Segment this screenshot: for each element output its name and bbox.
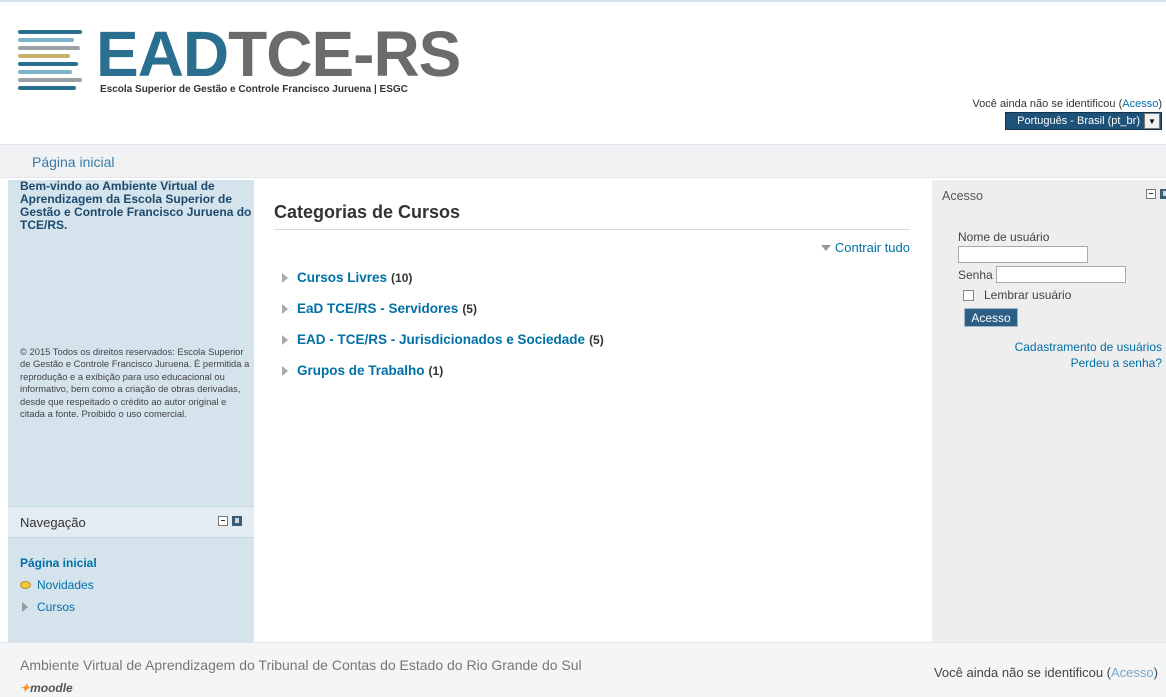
nav-item-news[interactable]: Novidades (37, 578, 94, 592)
moodle-hat-icon: ✦ (20, 681, 31, 695)
minimize-icon[interactable] (218, 516, 228, 526)
navigation-block-title: Navegação (20, 515, 86, 530)
expand-arrow-icon[interactable] (282, 303, 288, 314)
nav-item-home[interactable]: Página inicial (20, 556, 97, 570)
register-link[interactable]: Cadastramento de usuários (1015, 340, 1162, 354)
navbar: Página inicial (0, 144, 1166, 178)
login-link-footer[interactable]: Acesso (1111, 665, 1154, 680)
category-link[interactable]: Cursos Livres (297, 270, 387, 285)
username-label: Nome de usuário (958, 230, 1050, 244)
password-input[interactable] (995, 266, 1126, 283)
caret-down-icon (820, 244, 831, 251)
main-content: Categorias de Cursos Contrair tudo Curso… (258, 180, 930, 642)
expand-arrow-icon[interactable] (282, 365, 288, 376)
navigation-list: Página inicial Novidades Cursos (20, 552, 97, 618)
footer-description: Ambiente Virtual de Aprendizagem do Trib… (20, 657, 582, 673)
title-divider (274, 229, 910, 230)
remember-username-checkbox[interactable] (963, 289, 974, 301)
category-link[interactable]: EAD - TCE/RS - Jurisdicionados e Socieda… (297, 332, 585, 347)
category-item: EAD - TCE/RS - Jurisdicionados e Socieda… (282, 324, 604, 355)
category-item: Grupos de Trabalho (1) (282, 355, 604, 386)
category-link[interactable]: EaD TCE/RS - Servidores (297, 301, 458, 316)
collapse-all-link[interactable]: Contrair tudo (820, 240, 910, 255)
page-title: Categorias de Cursos (274, 202, 461, 222)
forgot-password-link[interactable]: Perdeu a senha? (1071, 356, 1162, 370)
username-input[interactable] (958, 246, 1088, 263)
expand-arrow-icon[interactable] (282, 334, 288, 345)
category-item: EaD TCE/RS - Servidores (5) (282, 293, 604, 324)
logo-title: EADTCE-RS (96, 18, 461, 90)
left-sidebar: Bem-vindo ao Ambiente Virtual de Aprendi… (8, 180, 254, 642)
dock-icon[interactable] (232, 516, 242, 526)
category-count: (1) (428, 363, 444, 378)
login-block-title: Acesso (942, 189, 983, 203)
minimize-icon[interactable] (1146, 189, 1156, 199)
breadcrumb-home[interactable]: Página inicial (32, 154, 115, 170)
site-logo[interactable]: EADTCE-RS Escola Superior de Gestão e Co… (18, 18, 461, 104)
login-form: Nome de usuário Senha Lembrar usuário Ac… (958, 230, 1126, 327)
remember-username-label: Lembrar usuário (984, 288, 1072, 302)
expand-arrow-icon[interactable] (22, 602, 28, 612)
login-block-header: Acesso (942, 180, 1166, 208)
nav-item-courses[interactable]: Cursos (37, 600, 75, 614)
category-count: (10) (391, 270, 413, 285)
navigation-block-header: Navegação (8, 506, 254, 538)
login-info-header: Você ainda não se identificou (Acesso) (972, 98, 1162, 110)
language-select-value: Português - Brasil (pt_br) (1017, 115, 1140, 127)
login-link-header[interactable]: Acesso (1122, 98, 1158, 110)
logo-subtitle: Escola Superior de Gestão e Controle Fra… (100, 84, 408, 95)
welcome-text: Bem-vindo ao Ambiente Virtual de Aprendi… (20, 179, 252, 232)
copyright-text: © 2015 Todos os direitos reservados: Esc… (20, 346, 250, 420)
category-list: Cursos Livres (10) EaD TCE/RS - Servidor… (282, 262, 604, 386)
password-label: Senha (958, 267, 993, 282)
category-link[interactable]: Grupos de Trabalho (297, 363, 425, 378)
logo-stripes (18, 30, 96, 92)
page-header: EADTCE-RS Escola Superior de Gestão e Co… (0, 2, 1166, 144)
expand-arrow-icon[interactable] (282, 272, 288, 283)
category-count: (5) (462, 301, 477, 316)
category-count: (5) (589, 332, 604, 347)
right-sidebar: Acesso Nome de usuário Senha Lembrar usu… (932, 180, 1166, 642)
page-footer: Ambiente Virtual de Aprendizagem do Trib… (0, 642, 1166, 697)
login-info-footer: Você ainda não se identificou (Acesso) (933, 665, 1158, 680)
dock-icon[interactable] (1160, 189, 1166, 199)
login-button[interactable]: Acesso (964, 308, 1018, 327)
language-select[interactable]: Português - Brasil (pt_br) ▼ (1005, 112, 1162, 130)
chevron-down-icon: ▼ (1144, 113, 1160, 129)
speech-bubble-icon (20, 581, 31, 589)
category-item: Cursos Livres (10) (282, 262, 604, 293)
moodle-logo[interactable]: ✦moodle (20, 681, 73, 695)
login-links: Cadastramento de usuários Perdeu a senha… (1015, 339, 1162, 371)
